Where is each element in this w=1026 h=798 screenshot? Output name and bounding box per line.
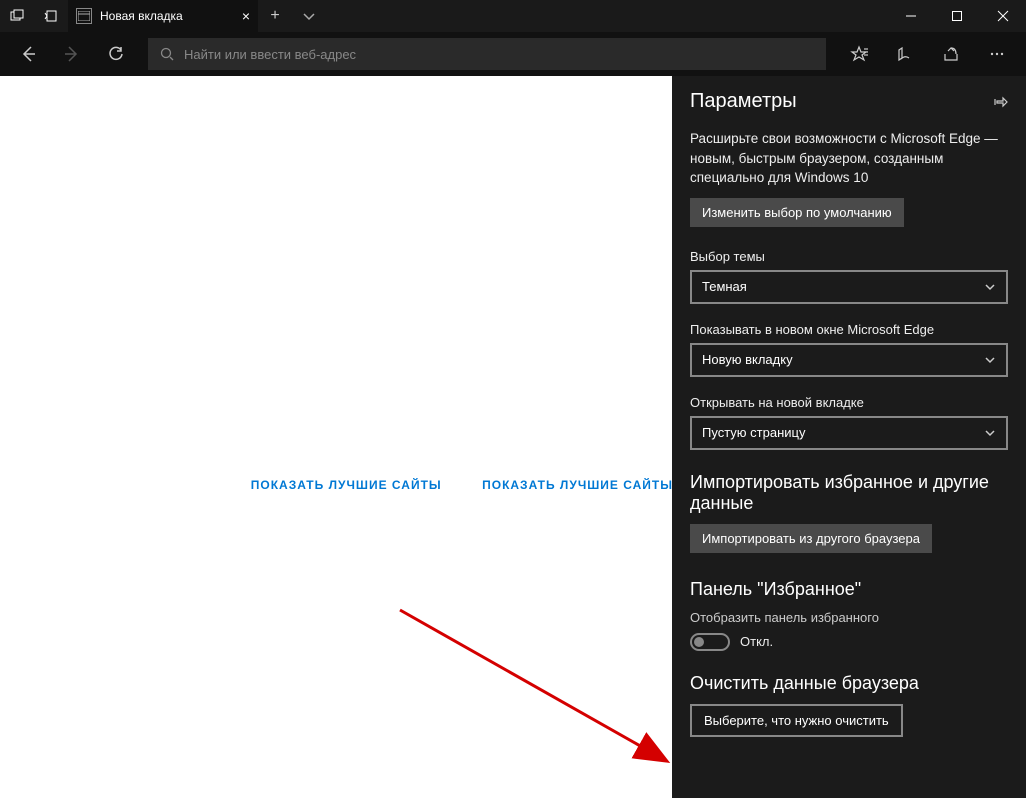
favorites-toggle[interactable] bbox=[690, 633, 730, 651]
theme-value: Темная bbox=[702, 279, 747, 294]
system-buttons-left bbox=[0, 0, 68, 32]
pin-icon[interactable] bbox=[994, 95, 1008, 109]
theme-label: Выбор темы bbox=[690, 249, 1008, 264]
new-tab-select[interactable]: Пустую страницу bbox=[690, 416, 1008, 450]
forward-button[interactable] bbox=[52, 36, 92, 72]
settings-header: Параметры bbox=[690, 90, 1008, 113]
change-default-button[interactable]: Изменить выбор по умолчанию bbox=[690, 198, 904, 227]
more-icon[interactable] bbox=[976, 36, 1018, 72]
clear-data-button[interactable]: Выберите, что нужно очистить bbox=[690, 704, 903, 737]
open-with-value: Новую вкладку bbox=[702, 352, 793, 367]
show-top-sites-link[interactable]: ПОКАЗАТЬ ЛУЧШИЕ САЙТЫ bbox=[251, 478, 442, 492]
promo-text: Расширьте свои возможности с Microsoft E… bbox=[690, 129, 1008, 188]
favorites-toggle-row: Откл. bbox=[690, 633, 1008, 651]
favorites-star-icon[interactable] bbox=[838, 36, 880, 72]
search-icon bbox=[160, 47, 174, 61]
chevron-down-icon bbox=[984, 427, 996, 439]
new-tab-button[interactable]: + bbox=[258, 0, 292, 32]
minimize-button[interactable] bbox=[888, 0, 934, 32]
open-with-select[interactable]: Новую вкладку bbox=[690, 343, 1008, 377]
clear-heading: Очистить данные браузера bbox=[690, 673, 1008, 694]
window-titlebar: Новая вкладка × + bbox=[0, 0, 1026, 32]
settings-panel: Параметры Расширьте свои возможности с M… bbox=[672, 76, 1026, 798]
maximize-button[interactable] bbox=[934, 0, 980, 32]
import-button[interactable]: Импортировать из другого браузера bbox=[690, 524, 932, 553]
open-with-label: Показывать в новом окне Microsoft Edge bbox=[690, 322, 1008, 337]
browser-tab[interactable]: Новая вкладка × bbox=[68, 0, 258, 32]
import-heading: Импортировать избранное и другие данные bbox=[690, 472, 1008, 514]
address-placeholder: Найти или ввести веб-адрес bbox=[184, 47, 356, 62]
address-bar[interactable]: Найти или ввести веб-адрес bbox=[148, 38, 826, 70]
share-icon[interactable] bbox=[930, 36, 972, 72]
new-tab-value: Пустую страницу bbox=[702, 425, 805, 440]
close-window-button[interactable] bbox=[980, 0, 1026, 32]
set-aside-icon[interactable] bbox=[34, 9, 68, 23]
refresh-button[interactable] bbox=[96, 36, 136, 72]
tab-title: Новая вкладка bbox=[100, 9, 183, 23]
chevron-down-icon bbox=[984, 281, 996, 293]
favorites-toggle-label: Отобразить панель избранного bbox=[690, 610, 1008, 625]
theme-select[interactable]: Темная bbox=[690, 270, 1008, 304]
tab-chevron-icon[interactable] bbox=[292, 0, 326, 32]
chevron-down-icon bbox=[984, 354, 996, 366]
settings-title: Параметры bbox=[690, 90, 797, 113]
favorites-heading: Панель "Избранное" bbox=[690, 579, 1008, 600]
reading-icon[interactable] bbox=[884, 36, 926, 72]
taskview-icon[interactable] bbox=[0, 9, 34, 23]
new-tab-label: Открывать на новой вкладке bbox=[690, 395, 1008, 410]
back-button[interactable] bbox=[8, 36, 48, 72]
favorites-toggle-state: Откл. bbox=[740, 634, 773, 649]
tab-favicon bbox=[76, 8, 92, 24]
window-controls bbox=[888, 0, 1026, 32]
browser-toolbar: Найти или ввести веб-адрес bbox=[0, 32, 1026, 76]
tab-close-icon[interactable]: × bbox=[242, 8, 250, 24]
